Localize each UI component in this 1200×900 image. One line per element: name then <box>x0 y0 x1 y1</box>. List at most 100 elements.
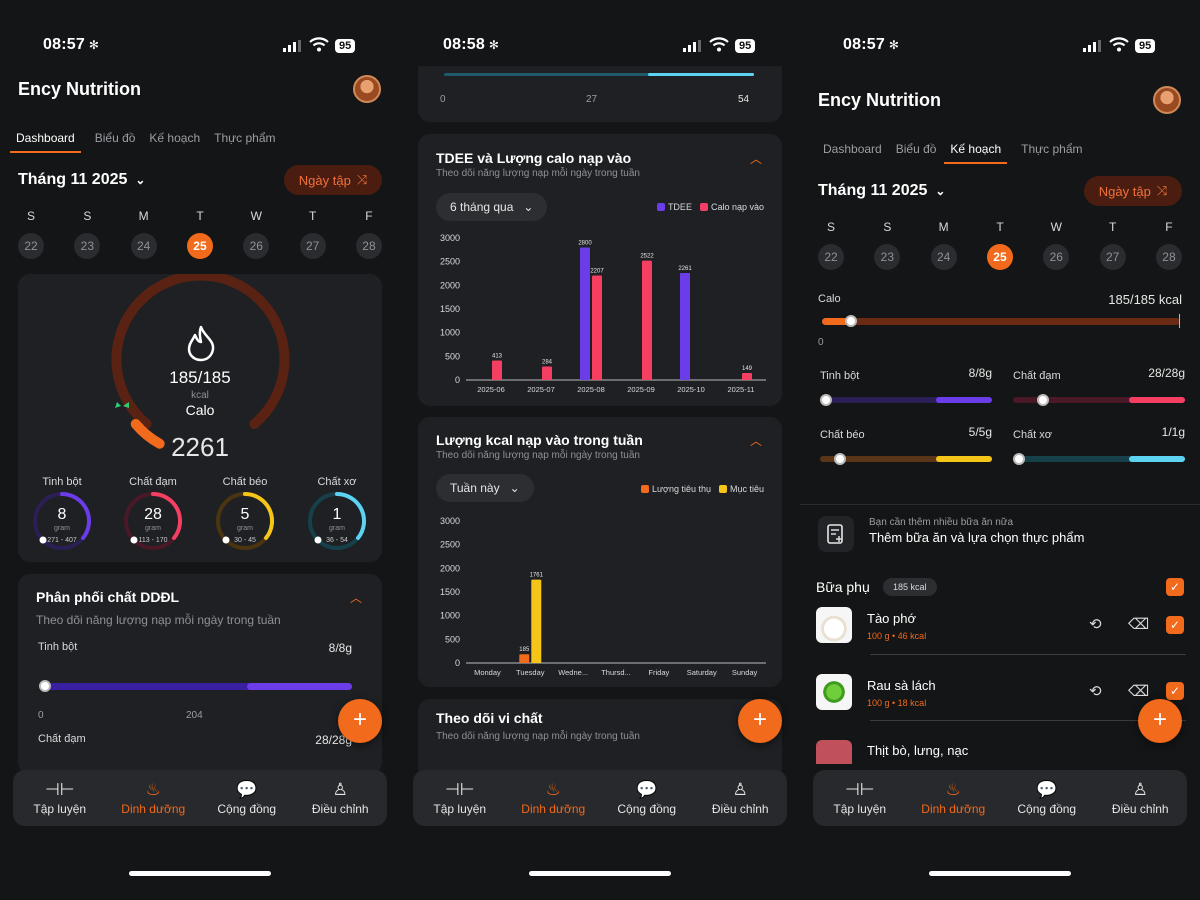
add-fab-button[interactable]: + <box>738 699 782 743</box>
day-27[interactable]: T 27 <box>299 209 326 259</box>
nav-item-1[interactable]: ♨ Dinh dưỡng <box>908 780 998 816</box>
day-23[interactable]: S 23 <box>874 220 901 270</box>
data-label: 2207 <box>590 269 604 275</box>
tab-dashboard[interactable]: Dashboard <box>823 142 882 164</box>
top-tick: 0 <box>440 94 446 105</box>
bar[interactable] <box>542 366 552 380</box>
avatar[interactable] <box>1153 86 1181 114</box>
bar[interactable] <box>680 272 690 380</box>
tab-foods[interactable]: Thực phẩm <box>214 131 275 153</box>
food-row[interactable]: Rau sà lách 100 g • 18 kcal ⟲ ⌫ ✓ <box>814 668 1186 724</box>
macro-range: 30 - 45 <box>234 537 256 544</box>
nav-item-2[interactable]: 💬 Cộng đồng <box>202 780 292 816</box>
nav-label: Cộng đồng <box>1017 802 1077 816</box>
nav-item-0[interactable]: ⊣⊢ Tập luyện <box>815 780 905 816</box>
nav-item-2[interactable]: 💬 Cộng đồng <box>1002 780 1092 816</box>
tab-foods[interactable]: Thực phẩm <box>1021 142 1082 164</box>
gauge-tdee: 2261 <box>171 432 229 462</box>
macro-value: 1 <box>332 506 342 523</box>
add-fab-button[interactable]: + <box>1138 699 1182 743</box>
macro-ring[interactable]: Tinh bột 8 gram 271 - 407 <box>18 476 106 556</box>
food-thumb <box>816 740 852 764</box>
add-meal-action[interactable]: Thêm bữa ăn và lựa chọn thực phẩm <box>869 530 1084 545</box>
day-of-week: S <box>826 220 835 234</box>
macro-ring[interactable]: Chất xơ 1 gram 36 - 54 <box>293 476 381 556</box>
day-of-week: M <box>138 209 149 223</box>
day-24[interactable]: M 24 <box>130 209 157 259</box>
day-26[interactable]: W 26 <box>1043 220 1070 270</box>
bar[interactable] <box>492 360 502 380</box>
food-row[interactable]: Tào phớ 100 g • 46 kcal ⟲ ⌫ ✓ <box>814 601 1186 657</box>
day-23[interactable]: S 23 <box>74 209 101 259</box>
swap-icon[interactable]: ⟲ <box>1089 615 1102 633</box>
meal-checkbox[interactable]: ✓ <box>1166 578 1184 596</box>
ngay-tap-button[interactable]: Ngày tập ⤨ <box>284 165 382 195</box>
day-27[interactable]: T 27 <box>1099 220 1126 270</box>
tab-plan[interactable]: Kế hoạch <box>944 142 1008 164</box>
macro-ring[interactable]: Chất đạm 28 gram 113 - 170 <box>109 476 197 556</box>
tdee-period-dropdown[interactable]: 6 tháng qua ⌄ <box>436 193 548 221</box>
bar[interactable] <box>531 579 542 663</box>
plan-macro-row: Chất đạm 28/28g <box>1013 366 1185 406</box>
tab-charts[interactable]: Biểu đồ <box>896 142 937 164</box>
macro-value: 8 <box>57 506 67 523</box>
day-number: 26 <box>1043 244 1070 270</box>
macro-ring[interactable]: Chất béo 5 gram 30 - 45 <box>201 476 289 556</box>
chevron-up-icon[interactable]: ︿ <box>750 150 762 167</box>
bar[interactable] <box>592 275 602 380</box>
chevron-up-icon[interactable]: ︿ <box>350 589 362 606</box>
nav-item-3[interactable]: ♙ Điều chỉnh <box>295 780 385 816</box>
data-label: 149 <box>742 366 753 372</box>
meal-kcal-badge: 185 kcal <box>883 578 937 596</box>
bar[interactable] <box>580 247 590 380</box>
nav-item-1[interactable]: ♨ Dinh dưỡng <box>508 780 598 816</box>
food-checkbox[interactable]: ✓ <box>1166 682 1184 700</box>
bar[interactable] <box>519 654 530 663</box>
bar[interactable] <box>742 372 752 380</box>
nav-item-0[interactable]: ⊣⊢ Tập luyện <box>15 780 105 816</box>
add-fab-button[interactable]: + <box>338 699 382 743</box>
day-26[interactable]: W 26 <box>243 209 270 259</box>
ngay-tap-button[interactable]: Ngày tập ⤨ <box>1084 176 1182 206</box>
chat-icon: 💬 <box>1036 780 1058 799</box>
day-22[interactable]: S 22 <box>818 220 844 270</box>
tab-charts[interactable]: Biểu đồ <box>95 131 136 153</box>
nav-item-1[interactable]: ♨ Dinh dưỡng <box>108 780 198 816</box>
bar[interactable] <box>642 260 652 380</box>
avatar[interactable] <box>353 75 381 103</box>
data-label: 185 <box>519 647 530 653</box>
day-22[interactable]: S 22 <box>18 209 44 259</box>
day-28[interactable]: F 28 <box>1155 220 1182 270</box>
nav-item-3[interactable]: ♙ Điều chỉnh <box>1095 780 1185 816</box>
macro-unit: gram <box>54 525 70 532</box>
month-selector[interactable]: Tháng 11 2025 ⌄ <box>818 182 945 200</box>
tab-plan[interactable]: Kế hoạch <box>149 131 200 153</box>
nav-item-0[interactable]: ⊣⊢ Tập luyện <box>415 780 505 816</box>
day-24[interactable]: M 24 <box>930 220 957 270</box>
battery-indicator: 95 <box>1135 39 1156 53</box>
top-tick: 27 <box>586 94 598 105</box>
day-of-week: W <box>250 209 262 223</box>
calo-label: Calo <box>818 293 841 305</box>
y-tick: 1500 <box>440 587 460 597</box>
day-25[interactable]: T 25 <box>186 209 213 259</box>
phone-dashboard: 08:57 95 Ency Nutrition Dashboard Biểu đ… <box>0 0 400 900</box>
meal-title: Bữa phụ <box>816 579 870 595</box>
food-name: Thịt bò, lưng, nạc <box>867 743 969 758</box>
delete-icon[interactable]: ⌫ <box>1128 682 1149 700</box>
month-selector[interactable]: Tháng 11 2025 ⌄ <box>18 171 145 189</box>
day-25[interactable]: T 25 <box>986 220 1013 270</box>
plan-macro-name: Chất béo <box>820 429 865 441</box>
delete-icon[interactable]: ⌫ <box>1128 615 1149 633</box>
nav-item-3[interactable]: ♙ Điều chỉnh <box>695 780 785 816</box>
nav-item-2[interactable]: 💬 Cộng đồng <box>602 780 692 816</box>
add-meal-icon[interactable] <box>818 516 854 552</box>
day-28[interactable]: F 28 <box>355 209 382 259</box>
weekly-period-dropdown[interactable]: Tuần này ⌄ <box>436 474 534 502</box>
food-checkbox[interactable]: ✓ <box>1166 616 1184 634</box>
chat-icon: 💬 <box>636 780 658 799</box>
food-row[interactable]: Thịt bò, lưng, nạc <box>814 734 1186 764</box>
chevron-up-icon[interactable]: ︿ <box>750 432 762 449</box>
tab-dashboard[interactable]: Dashboard <box>10 131 81 153</box>
swap-icon[interactable]: ⟲ <box>1089 682 1102 700</box>
